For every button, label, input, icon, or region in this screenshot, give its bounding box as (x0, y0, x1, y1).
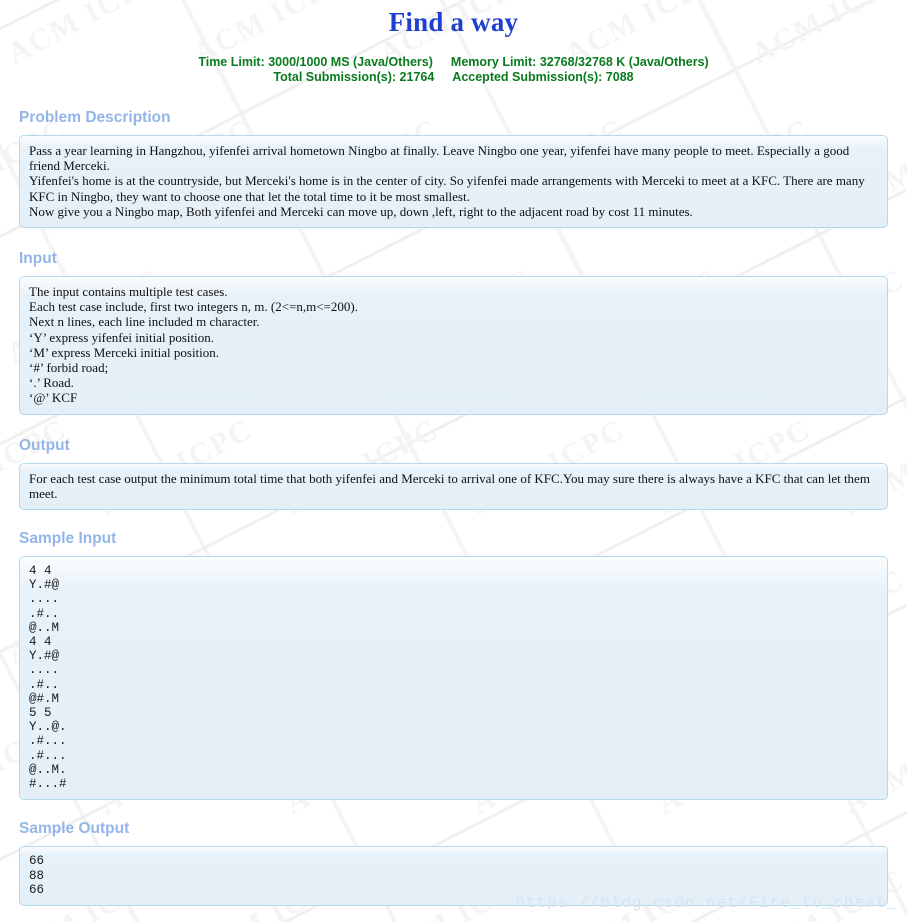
section-output: Output For each test case output the min… (19, 436, 888, 511)
section-heading-description: Problem Description (19, 109, 171, 126)
page-title: Find a way (388, 7, 519, 37)
input-box: The input contains multiple test cases. E… (19, 276, 888, 415)
section-heading-input: Input (19, 250, 57, 268)
time-limit: Time Limit: 3000/1000 MS (Java/Others) (198, 55, 433, 69)
problem-page: ACM ICPC ACM ICPC ACM ICPC ACM ICPC ACM ICPC… (0, 0, 907, 922)
blog-url-watermark: https://blog.csdn.net/Fire_to_cheat_ (515, 894, 897, 912)
section-heading-sample-input: Sample Input (19, 530, 117, 548)
description-text: Pass a year learning in Hangzhou, yifenf… (29, 143, 865, 219)
description-box: Pass a year learning in Hangzhou, yifenf… (19, 135, 888, 229)
problem-stats: Time Limit: 3000/1000 MS (Java/Others) Me… (0, 55, 907, 85)
section-sample-input: Sample Input 4 4 Y.#@ .... .#.. @..M 4 4… (19, 530, 888, 801)
output-box: For each test case output the minimum to… (19, 462, 888, 511)
input-text: The input contains multiple test cases. E… (29, 284, 358, 406)
section-input: Input The input contains multiple test c… (19, 250, 888, 415)
accepted-submissions: Accepted Submission(s): 7088 (452, 70, 634, 84)
stats-row-limits: Time Limit: 3000/1000 MS (Java/Others) Me… (0, 55, 907, 70)
sample-input-box: 4 4 Y.#@ .... .#.. @..M 4 4 Y.#@ .... .#… (19, 556, 888, 801)
section-heading-output: Output (19, 436, 70, 454)
section-problem-description: Problem Description Pass a year learning… (19, 109, 888, 229)
output-text: For each test case output the minimum to… (29, 470, 870, 501)
memory-limit: Memory Limit: 32768/32768 K (Java/Others… (450, 55, 709, 69)
sample-output-code: 66 88 66 (29, 854, 45, 897)
total-submissions: Total Submission(s): 21764 (273, 70, 435, 84)
sample-input-code: 4 4 Y.#@ .... .#.. @..M 4 4 Y.#@ .... .#… (29, 564, 67, 792)
section-heading-sample-output: Sample Output (19, 820, 130, 838)
stats-row-submissions: Total Submission(s): 21764 Accepted Submi… (0, 70, 907, 85)
